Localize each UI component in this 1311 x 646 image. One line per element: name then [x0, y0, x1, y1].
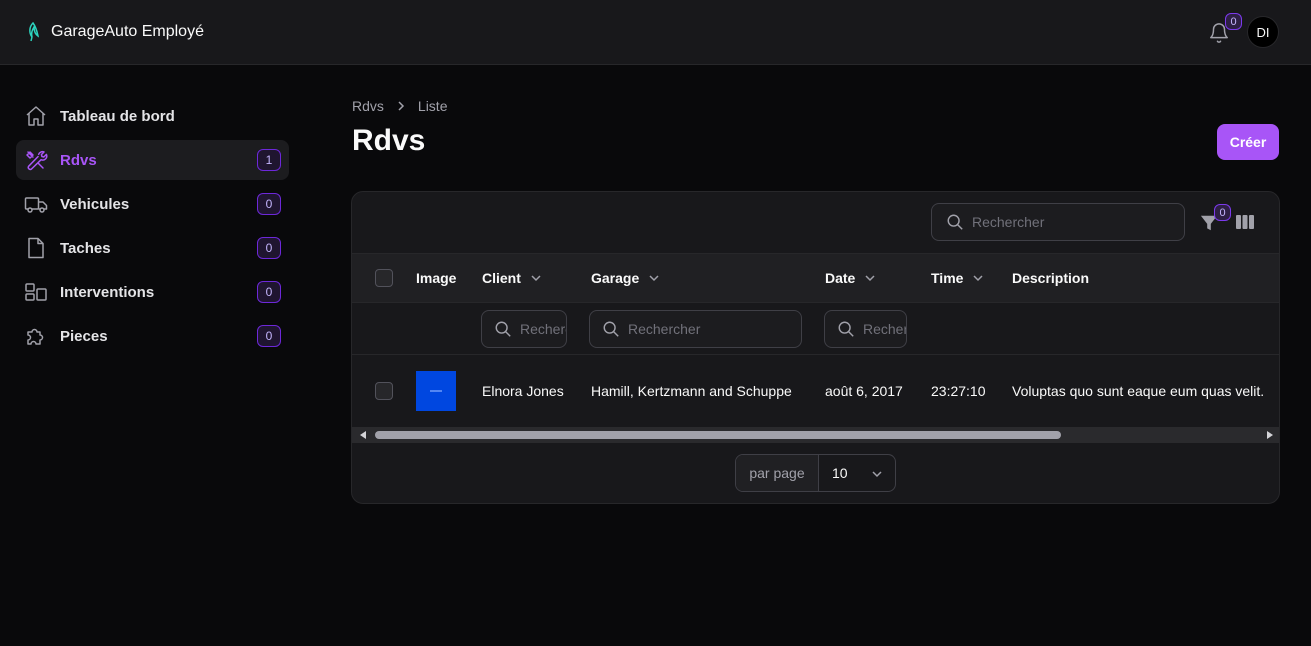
column-filter-row [352, 303, 1279, 355]
count-badge: 0 [257, 325, 281, 347]
garage-search-input[interactable] [628, 321, 801, 337]
sidebar-item-vehicules[interactable]: Vehicules 0 [16, 184, 289, 224]
cell-description: Voluptas quo sunt eaque eum quas velit. [1012, 383, 1265, 399]
sidebar: Tableau de bord Rdvs 1 Vehicules 0 Tache… [16, 96, 289, 360]
date-search-input[interactable] [863, 321, 906, 337]
scroll-right-arrow[interactable] [1267, 431, 1273, 439]
per-page-value: 10 [832, 465, 848, 481]
search-input[interactable] [972, 214, 1184, 230]
column-header-description: Description [1012, 270, 1090, 286]
columns-icon[interactable] [1236, 214, 1254, 230]
chevron-down-icon [649, 275, 659, 282]
count-badge: 0 [257, 237, 281, 259]
cell-garage: Hamill, Kertzmann and Schuppe [591, 383, 792, 399]
per-page-label: par page [736, 455, 819, 491]
scrollbar-thumb[interactable] [375, 431, 1061, 439]
table-search[interactable] [931, 203, 1185, 241]
count-badge: 0 [257, 281, 281, 303]
search-icon [603, 321, 619, 337]
breadcrumb: Rdvs Liste [352, 98, 447, 114]
puzzle-icon [27, 328, 44, 345]
vehicle-thumbnail [416, 371, 456, 411]
search-icon [495, 321, 511, 337]
chevron-down-icon [872, 471, 882, 478]
table-header: Image Client Garage Date Time Descriptio… [352, 253, 1279, 303]
column-header-date[interactable]: Date [825, 270, 875, 286]
sidebar-item-interventions[interactable]: Interventions 0 [16, 272, 289, 312]
select-all-checkbox[interactable] [375, 269, 393, 287]
document-icon [28, 237, 44, 259]
per-page-select[interactable]: 10 [819, 455, 895, 491]
app-title: GarageAuto Employé [51, 23, 204, 40]
breadcrumb-current: Liste [417, 98, 448, 114]
filter-count-badge: 0 [1214, 204, 1231, 221]
layout-icon [25, 283, 47, 301]
cell-time: 23:27:10 [931, 383, 986, 399]
table-card: 0 Image Client Garage Date Time Descript… [351, 191, 1280, 504]
sidebar-item-label: Interventions [60, 283, 155, 301]
sidebar-item-tableau-de-bord[interactable]: Tableau de bord [16, 96, 289, 136]
client-column-search[interactable] [481, 310, 567, 348]
create-button[interactable]: Créer [1217, 124, 1279, 160]
chevron-right-icon [398, 101, 404, 111]
home-icon [26, 106, 46, 126]
client-search-input[interactable] [520, 321, 566, 337]
brand[interactable]: GarageAuto Employé [26, 21, 204, 43]
sidebar-item-label: Tableau de bord [60, 107, 175, 125]
garage-column-search[interactable] [589, 310, 802, 348]
count-badge: 1 [257, 149, 281, 171]
truck-icon [24, 197, 48, 213]
notification-badge: 0 [1225, 13, 1242, 30]
row-checkbox[interactable] [375, 382, 393, 400]
cell-client: Elnora Jones [482, 383, 564, 399]
column-header-time[interactable]: Time [931, 270, 983, 286]
count-badge: 0 [257, 193, 281, 215]
pagination-per-page: par page 10 [735, 454, 896, 492]
sidebar-item-rdvs[interactable]: Rdvs 1 [16, 140, 289, 180]
cell-date: août 6, 2017 [825, 383, 903, 399]
column-header-image: Image [416, 270, 457, 286]
chevron-down-icon [865, 275, 875, 282]
chevron-down-icon [973, 275, 983, 282]
scroll-left-arrow[interactable] [360, 431, 366, 439]
sidebar-item-label: Rdvs [60, 151, 97, 169]
date-column-search[interactable] [824, 310, 907, 348]
sidebar-item-taches[interactable]: Taches 0 [16, 228, 289, 268]
sidebar-item-label: Taches [60, 239, 111, 257]
search-icon [838, 321, 854, 337]
column-header-client[interactable]: Client [482, 270, 541, 286]
search-icon [947, 214, 963, 230]
sidebar-item-pieces[interactable]: Pieces 0 [16, 316, 289, 356]
sidebar-item-label: Pieces [60, 327, 108, 345]
avatar[interactable]: DI [1247, 16, 1279, 48]
horizontal-scrollbar[interactable] [352, 427, 1279, 443]
tools-icon [26, 150, 48, 171]
chevron-down-icon [531, 275, 541, 282]
table-row[interactable]: Elnora Jones Hamill, Kertzmann and Schup… [352, 355, 1279, 427]
breadcrumb-parent[interactable]: Rdvs [352, 98, 384, 114]
page-title: Rdvs [352, 124, 426, 157]
logo-icon [29, 21, 40, 42]
column-header-garage[interactable]: Garage [591, 270, 659, 286]
top-bar: GarageAuto Employé 0 DI [0, 0, 1311, 65]
sidebar-item-label: Vehicules [60, 195, 130, 213]
